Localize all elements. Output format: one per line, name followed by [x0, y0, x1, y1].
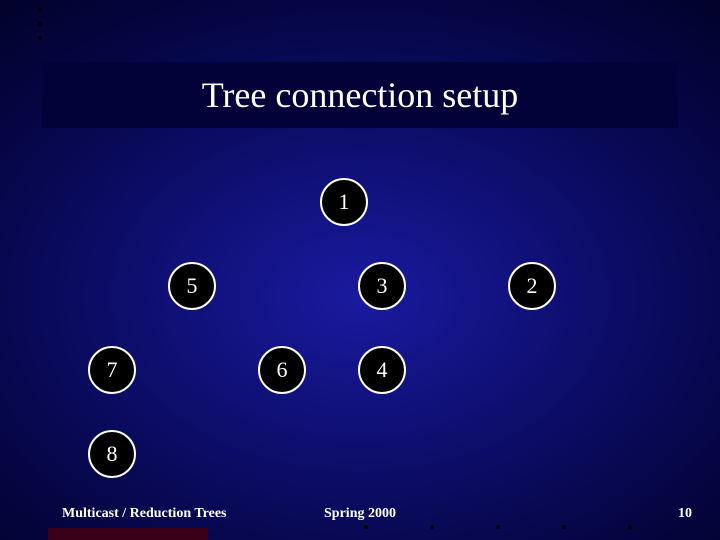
- tree-node-3: 3: [358, 262, 406, 310]
- tree-node-5: 5: [168, 262, 216, 310]
- tree-node-4: 4: [358, 346, 406, 394]
- decoration-dots-bottom-right: [302, 516, 682, 534]
- footer-left: Multicast / Reduction Trees: [62, 506, 227, 522]
- tree-node-1: 1: [320, 178, 368, 226]
- decoration-dots-top-left: [38, 8, 42, 50]
- decoration-bar: [48, 528, 208, 540]
- tree-node-6: 6: [258, 346, 306, 394]
- tree-node-8: 8: [88, 430, 136, 478]
- title-bar: Tree connection setup: [42, 62, 678, 128]
- slide-title: Tree connection setup: [202, 74, 519, 116]
- tree-node-7: 7: [88, 346, 136, 394]
- tree-node-2: 2: [508, 262, 556, 310]
